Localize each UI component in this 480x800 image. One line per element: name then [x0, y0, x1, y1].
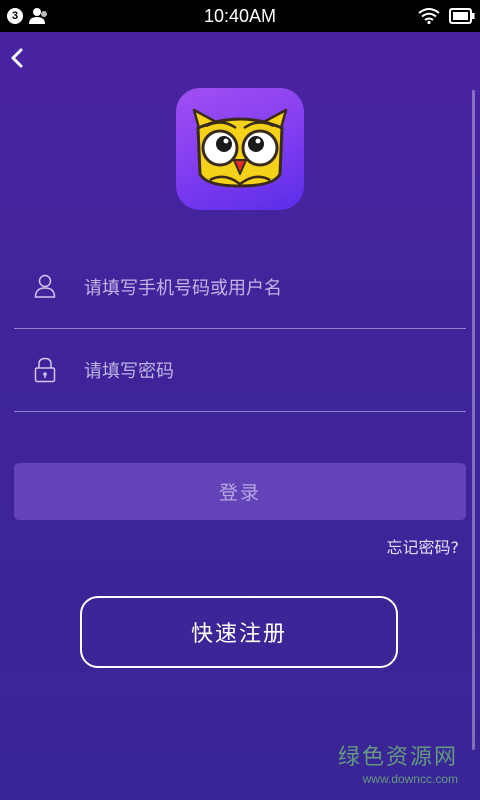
back-chevron-icon[interactable] [4, 44, 32, 72]
watermark: 绿色资源网 www.downcc.com [338, 744, 458, 786]
username-field[interactable] [14, 246, 466, 330]
wifi-icon [418, 8, 440, 24]
lock-icon [34, 357, 56, 383]
user-outline-icon [34, 274, 56, 298]
status-bar: 3 10:40AM [0, 0, 480, 32]
app-logo [176, 88, 304, 210]
password-field[interactable] [14, 329, 466, 413]
login-button[interactable]: 登录 [14, 463, 466, 520]
watermark-url: www.downcc.com [362, 772, 458, 786]
quick-register-button[interactable]: 快速注册 [80, 596, 398, 668]
owl-logo-icon [192, 108, 288, 188]
username-input[interactable] [82, 246, 456, 330]
status-time: 10:40AM [203, 6, 277, 26]
watermark-title: 绿色资源网 [337, 745, 458, 770]
forgot-password-link[interactable]: 忘记密码? [387, 534, 460, 558]
scrollbar[interactable] [472, 90, 475, 750]
battery-icon [449, 8, 475, 24]
password-input[interactable] [82, 329, 456, 413]
